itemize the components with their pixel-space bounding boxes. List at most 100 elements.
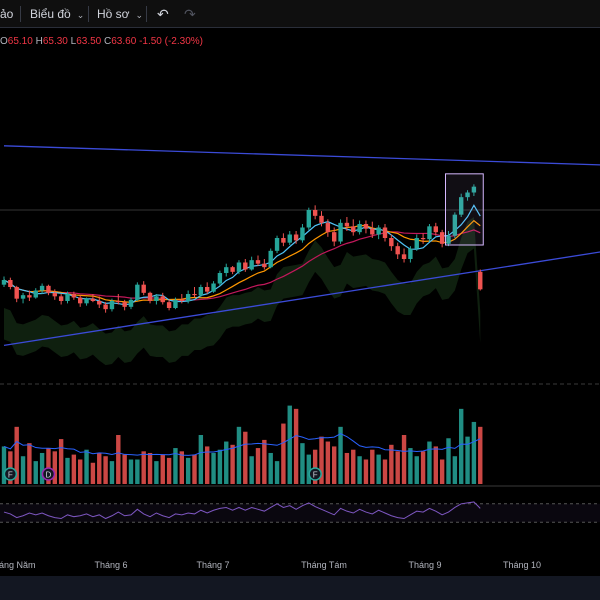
volume-bar — [351, 449, 356, 484]
volume-bar — [262, 439, 267, 484]
event-marker-label: F — [8, 471, 13, 480]
volume-bar — [357, 456, 362, 484]
volume-bar — [192, 454, 197, 484]
volume-bar — [141, 451, 146, 484]
volume-bar — [166, 457, 172, 484]
candle-body — [325, 222, 331, 233]
candle-body — [27, 295, 32, 298]
volume-bar — [243, 431, 248, 484]
candle-body — [205, 287, 210, 292]
candle-body — [90, 298, 96, 301]
candle-body — [262, 263, 267, 268]
candle-body — [230, 267, 235, 272]
redo-button[interactable]: ↷ — [184, 0, 196, 28]
candle-body — [332, 232, 337, 242]
volume-bar — [274, 461, 280, 484]
event-marker-label: F — [313, 471, 318, 480]
candle-body — [357, 224, 362, 233]
bottom-bar — [0, 576, 600, 600]
candle-body — [128, 299, 134, 307]
volume-bar — [84, 449, 89, 484]
volume-bar — [338, 426, 343, 484]
candle-body — [135, 284, 140, 300]
candle-body — [249, 260, 254, 270]
time-axis-label: Tháng 9 — [408, 560, 442, 570]
chevron-down-icon: ⌄ — [76, 10, 85, 20]
candle-body — [395, 246, 400, 255]
volume-bar — [179, 451, 184, 484]
volume-bar — [33, 461, 38, 484]
candle-body — [173, 299, 178, 308]
volume-bar — [122, 454, 127, 484]
volume-bar — [224, 441, 229, 484]
toolbar-divider — [88, 6, 89, 22]
volume-bar — [109, 461, 115, 484]
candle-body — [14, 287, 19, 299]
candle-body — [122, 302, 127, 307]
candle-body — [160, 296, 165, 303]
candle-body — [433, 226, 438, 233]
volume-bar — [471, 421, 477, 484]
candle-body — [382, 227, 388, 238]
volume-bar — [185, 457, 191, 484]
candle-body — [293, 234, 299, 241]
top-toolbar: ảo Biểu đồ ⌄ Hồ sơ ⌄ ↶ ↷ — [0, 0, 600, 28]
price-chart[interactable]: FDF — [0, 28, 600, 556]
candle-body — [274, 238, 280, 251]
volume-bar — [39, 452, 45, 484]
highlight-rectangle[interactable] — [445, 173, 484, 246]
candle-body — [351, 226, 356, 233]
candle-body — [376, 227, 381, 235]
chart-menu-button[interactable]: Biểu đồ ⌄ — [30, 0, 84, 28]
candle-body — [414, 238, 419, 249]
candle-body — [243, 262, 248, 270]
candle-body — [306, 210, 311, 228]
volume-bar — [147, 452, 153, 484]
volume-bar — [65, 457, 70, 484]
volume-bar — [293, 408, 299, 484]
volume-bar — [135, 459, 140, 484]
volume-bar — [439, 459, 445, 484]
candle-body — [20, 295, 26, 299]
time-axis-label: Tháng 7 — [196, 560, 230, 570]
candle-body — [185, 294, 191, 301]
volume-bar — [27, 443, 32, 484]
candle-body — [78, 297, 83, 304]
volume-bar — [52, 451, 57, 484]
candle-body — [141, 284, 146, 293]
candle-body — [255, 260, 261, 264]
time-axis-label: Tháng 10 — [502, 560, 542, 570]
candle-body — [211, 283, 216, 292]
candle-body — [217, 273, 223, 284]
profile-menu-button[interactable]: Hồ sơ ⌄ — [97, 0, 143, 28]
toolbar-cut-item[interactable]: ảo — [0, 0, 13, 28]
candle-body — [312, 210, 318, 216]
volume-bar — [116, 435, 121, 484]
volume-bar — [401, 435, 407, 484]
volume-bar — [217, 449, 223, 484]
candle-body — [287, 234, 292, 243]
volume-bar — [344, 452, 350, 484]
volume-bar — [211, 452, 216, 484]
candle-body — [344, 222, 350, 227]
candle-body — [300, 227, 305, 241]
candle-body — [52, 292, 57, 297]
candle-body — [192, 294, 197, 296]
volume-bar — [376, 454, 381, 484]
time-axis-label: Tháng Năm — [0, 560, 36, 570]
trendline[interactable] — [3, 145, 600, 169]
volume-bar — [370, 449, 375, 484]
candle-body — [1, 280, 7, 285]
undo-button[interactable]: ↶ — [157, 0, 169, 28]
volume-bar — [249, 456, 254, 484]
volume-bar — [414, 456, 419, 484]
candle-body — [166, 302, 172, 308]
volume-bar — [395, 451, 400, 484]
candle-body — [236, 262, 242, 272]
volume-bar — [230, 444, 235, 484]
volume-bar — [446, 438, 451, 484]
candle-body — [147, 292, 153, 301]
chart-menu-label: Biểu đồ — [30, 7, 71, 21]
volume-bar — [128, 459, 134, 484]
volume-bar — [20, 456, 26, 484]
